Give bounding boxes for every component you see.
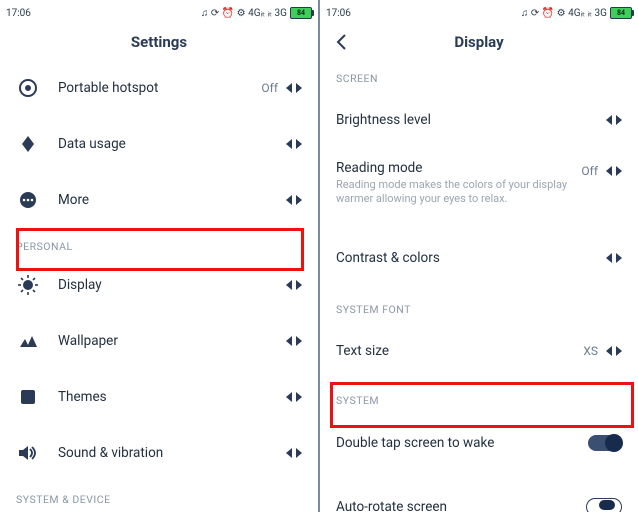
- status-time: 17:06: [6, 8, 31, 19]
- phone-display: 17:06 ♫ ⟳ ⏰ ⚙ 4Gᵢₜ ᵢₜ 3G 84 Display SCRE…: [320, 0, 638, 512]
- row-data-usage[interactable]: Data usage: [0, 116, 318, 172]
- section-system: SYSTEM: [320, 382, 638, 411]
- row-auto-rotate[interactable]: Auto-rotate screen: [320, 475, 638, 512]
- row-label: Contrast & colors: [336, 250, 606, 266]
- row-label: Auto-rotate screen: [336, 499, 586, 512]
- chevron-icon: [606, 253, 622, 263]
- chevron-icon: [606, 115, 622, 125]
- section-font: SYSTEM FONT: [320, 291, 638, 320]
- battery-icon: 84: [610, 7, 632, 19]
- row-value: Off: [261, 81, 278, 95]
- row-value: Off: [581, 164, 598, 178]
- row-label: Reading mode: [336, 160, 581, 176]
- hotspot-icon: [16, 76, 40, 100]
- row-double-tap-wake[interactable]: Double tap screen to wake: [320, 411, 638, 475]
- row-brightness[interactable]: Brightness level: [320, 89, 638, 151]
- row-sound[interactable]: Sound & vibration: [0, 425, 318, 481]
- chevron-icon: [286, 280, 302, 290]
- back-button[interactable]: [334, 32, 348, 56]
- chevron-icon: [286, 448, 302, 458]
- battery-icon: 84: [290, 7, 312, 19]
- toggle-off[interactable]: [586, 498, 622, 512]
- settings-list[interactable]: Portable hotspot Off Data usage More PER…: [0, 60, 318, 512]
- header-display: Display: [320, 24, 638, 60]
- chevron-icon: [606, 346, 622, 356]
- chevron-icon: [286, 392, 302, 402]
- status-right: ♫ ⟳ ⏰ ⚙ 4Gᵢₜ ᵢₜ 3G 84: [201, 7, 312, 19]
- row-value: XS: [583, 344, 598, 358]
- chevron-icon: [606, 166, 622, 176]
- row-label: Wallpaper: [58, 333, 286, 349]
- row-display[interactable]: Display: [0, 257, 318, 313]
- page-title: Display: [454, 33, 503, 51]
- section-system-device: SYSTEM & DEVICE: [0, 481, 318, 510]
- row-portable-hotspot[interactable]: Portable hotspot Off: [0, 60, 318, 116]
- chevron-icon: [286, 336, 302, 346]
- row-label: Themes: [58, 389, 286, 405]
- row-label: Sound & vibration: [58, 445, 286, 461]
- row-label: Portable hotspot: [58, 80, 261, 96]
- phone-settings: 17:06 ♫ ⟳ ⏰ ⚙ 4Gᵢₜ ᵢₜ 3G 84 Settings Por…: [0, 0, 318, 512]
- section-screen: SCREEN: [320, 60, 638, 89]
- sound-icon: [16, 441, 40, 465]
- row-label: Display: [58, 277, 286, 293]
- row-label: Data usage: [58, 136, 286, 152]
- row-themes[interactable]: Themes: [0, 369, 318, 425]
- row-textsize[interactable]: Text size XS: [320, 320, 638, 382]
- row-sublabel: Reading mode makes the colors of your di…: [336, 178, 581, 206]
- chevron-icon: [286, 139, 302, 149]
- chevron-icon: [286, 195, 302, 205]
- chevron-icon: [286, 83, 302, 93]
- status-time: 17:06: [326, 8, 351, 19]
- header-settings: Settings: [0, 24, 318, 60]
- status-bar: 17:06 ♫ ⟳ ⏰ ⚙ 4Gᵢₜ ᵢₜ 3G 84: [0, 0, 318, 24]
- row-contrast[interactable]: Contrast & colors: [320, 225, 638, 291]
- row-label: Text size: [336, 343, 583, 359]
- row-reading-mode[interactable]: Reading mode Reading mode makes the colo…: [320, 151, 638, 225]
- display-icon: [16, 273, 40, 297]
- status-right: ♫ ⟳ ⏰ ⚙ 4Gᵢₜ ᵢₜ 3G 84: [521, 7, 632, 19]
- themes-icon: [16, 385, 40, 409]
- status-bar: 17:06 ♫ ⟳ ⏰ ⚙ 4Gᵢₜ ᵢₜ 3G 84: [320, 0, 638, 24]
- wallpaper-icon: [16, 329, 40, 353]
- status-icons: ♫ ⟳ ⏰ ⚙ 4Gᵢₜ ᵢₜ 3G: [201, 8, 287, 19]
- data-icon: [16, 132, 40, 156]
- more-icon: [16, 188, 40, 212]
- page-title: Settings: [131, 33, 187, 51]
- row-label: More: [58, 192, 286, 208]
- display-list[interactable]: SCREEN Brightness level Reading mode Rea…: [320, 60, 638, 512]
- row-more[interactable]: More: [0, 172, 318, 228]
- toggle-on[interactable]: [588, 435, 622, 451]
- row-wallpaper[interactable]: Wallpaper: [0, 313, 318, 369]
- row-label: Double tap screen to wake: [336, 435, 588, 451]
- row-label: Brightness level: [336, 112, 606, 128]
- section-personal: PERSONAL: [0, 228, 318, 257]
- status-icons: ♫ ⟳ ⏰ ⚙ 4Gᵢₜ ᵢₜ 3G: [521, 8, 607, 19]
